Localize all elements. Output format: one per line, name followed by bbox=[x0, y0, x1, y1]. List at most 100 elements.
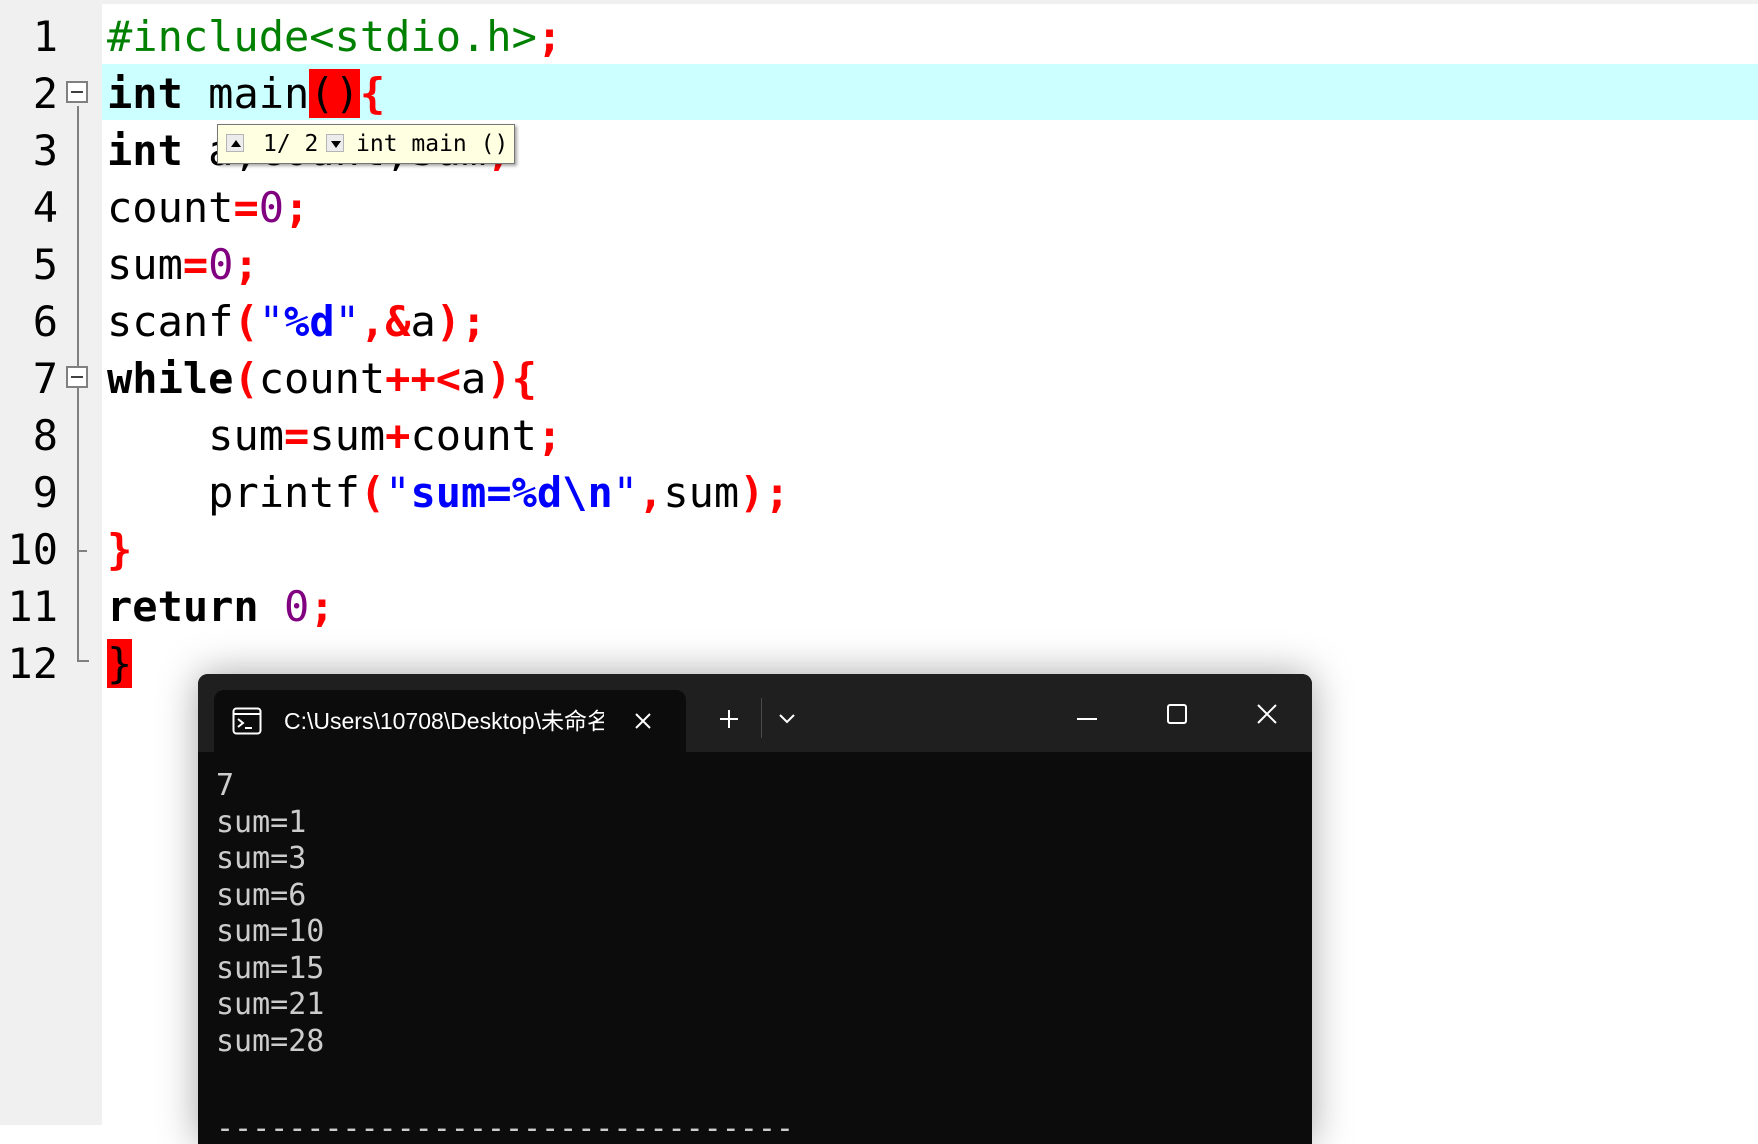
string-quote: " bbox=[612, 468, 639, 517]
output-line: sum=6 bbox=[216, 877, 307, 913]
line-number: 3 bbox=[32, 126, 58, 175]
keyword-token: int bbox=[107, 69, 183, 118]
line-number: 1 bbox=[32, 12, 58, 61]
operator-token: ; bbox=[309, 582, 335, 631]
terminal-separator: -------------------------------- bbox=[216, 1111, 794, 1144]
operator-token: + bbox=[385, 411, 411, 460]
code-line-11[interactable]: return 0; bbox=[107, 578, 335, 635]
operator-token: ; bbox=[461, 297, 487, 346]
editor-top-border bbox=[0, 0, 1758, 4]
output-line: sum=1 bbox=[216, 804, 307, 840]
tooltip-signature: int main () bbox=[356, 131, 509, 157]
line-number: 5 bbox=[32, 240, 58, 289]
code-line-2[interactable]: int main(){ bbox=[107, 65, 385, 122]
indent-token bbox=[107, 411, 208, 460]
line-number: 9 bbox=[32, 468, 58, 517]
operator-token: , bbox=[359, 297, 386, 346]
plus-icon[interactable] bbox=[718, 708, 740, 730]
terminal-tab[interactable]: C:\Users\10708\Desktop\未命名 bbox=[214, 690, 686, 752]
output-line: 7 bbox=[216, 768, 235, 803]
line-number: 6 bbox=[32, 297, 58, 346]
tab-divider bbox=[761, 698, 762, 738]
identifier-token: sum bbox=[663, 468, 740, 517]
operator-token: ) bbox=[486, 354, 512, 403]
signature-tooltip: 1/ 2 int main () bbox=[217, 124, 515, 164]
line-number: 8 bbox=[32, 411, 58, 460]
fold-toggle-main[interactable] bbox=[66, 81, 88, 103]
identifier-token: scanf bbox=[107, 297, 234, 346]
code-line-10[interactable]: } bbox=[107, 521, 132, 578]
operator-token: { bbox=[359, 69, 386, 118]
output-line: sum=3 bbox=[216, 841, 307, 876]
indent-token bbox=[107, 468, 208, 517]
code-line-12[interactable]: } bbox=[107, 635, 133, 692]
operator-token: = bbox=[182, 240, 209, 289]
fold-toggle-while[interactable] bbox=[66, 366, 88, 388]
keyword-token: while bbox=[107, 354, 234, 403]
line-number: 11 bbox=[7, 582, 58, 631]
matched-bracket: ( bbox=[309, 69, 335, 118]
tooltip-prev-button[interactable] bbox=[226, 134, 244, 152]
line-number: 4 bbox=[32, 183, 58, 232]
keyword-token: int bbox=[107, 126, 183, 175]
tooltip-next-button[interactable] bbox=[326, 134, 344, 152]
operator-token: & bbox=[385, 297, 411, 346]
identifier-token: sum bbox=[208, 411, 285, 460]
chevron-down-icon[interactable] bbox=[778, 712, 796, 726]
fold-guide-end bbox=[77, 660, 89, 662]
number-token: 0 bbox=[284, 582, 310, 631]
string-token: %d bbox=[284, 297, 335, 346]
identifier-token: sum bbox=[107, 240, 183, 289]
terminal-tab-title: C:\Users\10708\Desktop\未命名 bbox=[284, 708, 604, 734]
operator-token: } bbox=[107, 525, 133, 574]
identifier-token: count bbox=[410, 411, 537, 460]
code-line-6[interactable]: scanf("%d",&a); bbox=[107, 293, 486, 350]
operator-token: { bbox=[511, 354, 537, 403]
minimize-icon[interactable] bbox=[1076, 708, 1098, 730]
string-quote: " bbox=[258, 297, 285, 346]
triangle-up-icon bbox=[231, 140, 241, 147]
identifier-token: main bbox=[208, 69, 310, 118]
output-line: sum=10 bbox=[216, 914, 325, 949]
operator-token: ( bbox=[359, 468, 386, 517]
identifier-token: sum bbox=[309, 411, 386, 460]
line-number: 10 bbox=[7, 525, 58, 574]
operator-token: ; bbox=[536, 411, 563, 460]
terminal-window[interactable]: C:\Users\10708\Desktop\未命名 7 sum=1 sum=3 su… bbox=[198, 674, 1312, 1144]
code-line-1[interactable]: #include<stdio.h>; bbox=[107, 8, 562, 65]
terminal-icon bbox=[232, 707, 262, 735]
code-line-9[interactable]: printf("sum=%d\n",sum); bbox=[107, 464, 790, 521]
operator-token: < bbox=[435, 354, 462, 403]
line-number: 7 bbox=[32, 354, 58, 403]
output-line: sum=21 bbox=[216, 987, 325, 1022]
identifier-token: printf bbox=[208, 468, 360, 517]
output-line: sum=15 bbox=[216, 950, 325, 986]
string-quote: " bbox=[385, 468, 411, 517]
identifier-token: a bbox=[410, 297, 436, 346]
close-icon[interactable] bbox=[634, 712, 652, 730]
operator-token: ( bbox=[233, 354, 259, 403]
preprocessor-token: #include<stdio.h> bbox=[107, 12, 537, 61]
identifier-token: count bbox=[258, 354, 386, 403]
code-line-8[interactable]: sum=sum+count; bbox=[107, 407, 562, 464]
fold-guide-tick bbox=[77, 550, 87, 552]
terminal-output: 7 sum=1 sum=3 sum=6 sum=10 sum=15 sum=21 sum=28 bbox=[216, 768, 324, 1060]
operator-token: ) bbox=[739, 468, 765, 517]
line-number: 2 bbox=[32, 69, 58, 118]
close-icon[interactable] bbox=[1256, 703, 1278, 725]
string-token: sum=%d\n bbox=[410, 468, 613, 517]
code-line-7[interactable]: while(count++<a){ bbox=[107, 350, 537, 407]
maximize-icon[interactable] bbox=[1166, 703, 1188, 725]
operator-token: ++ bbox=[385, 354, 436, 403]
string-quote: " bbox=[334, 297, 360, 346]
line-number: 12 bbox=[7, 639, 58, 688]
keyword-token: return bbox=[107, 582, 259, 631]
tooltip-overload-counter: 1/ 2 bbox=[263, 131, 319, 157]
operator-token: ) bbox=[435, 297, 462, 346]
identifier-token: count bbox=[107, 183, 234, 232]
identifier-token: a bbox=[461, 354, 487, 403]
operator-token: ; bbox=[764, 468, 790, 517]
